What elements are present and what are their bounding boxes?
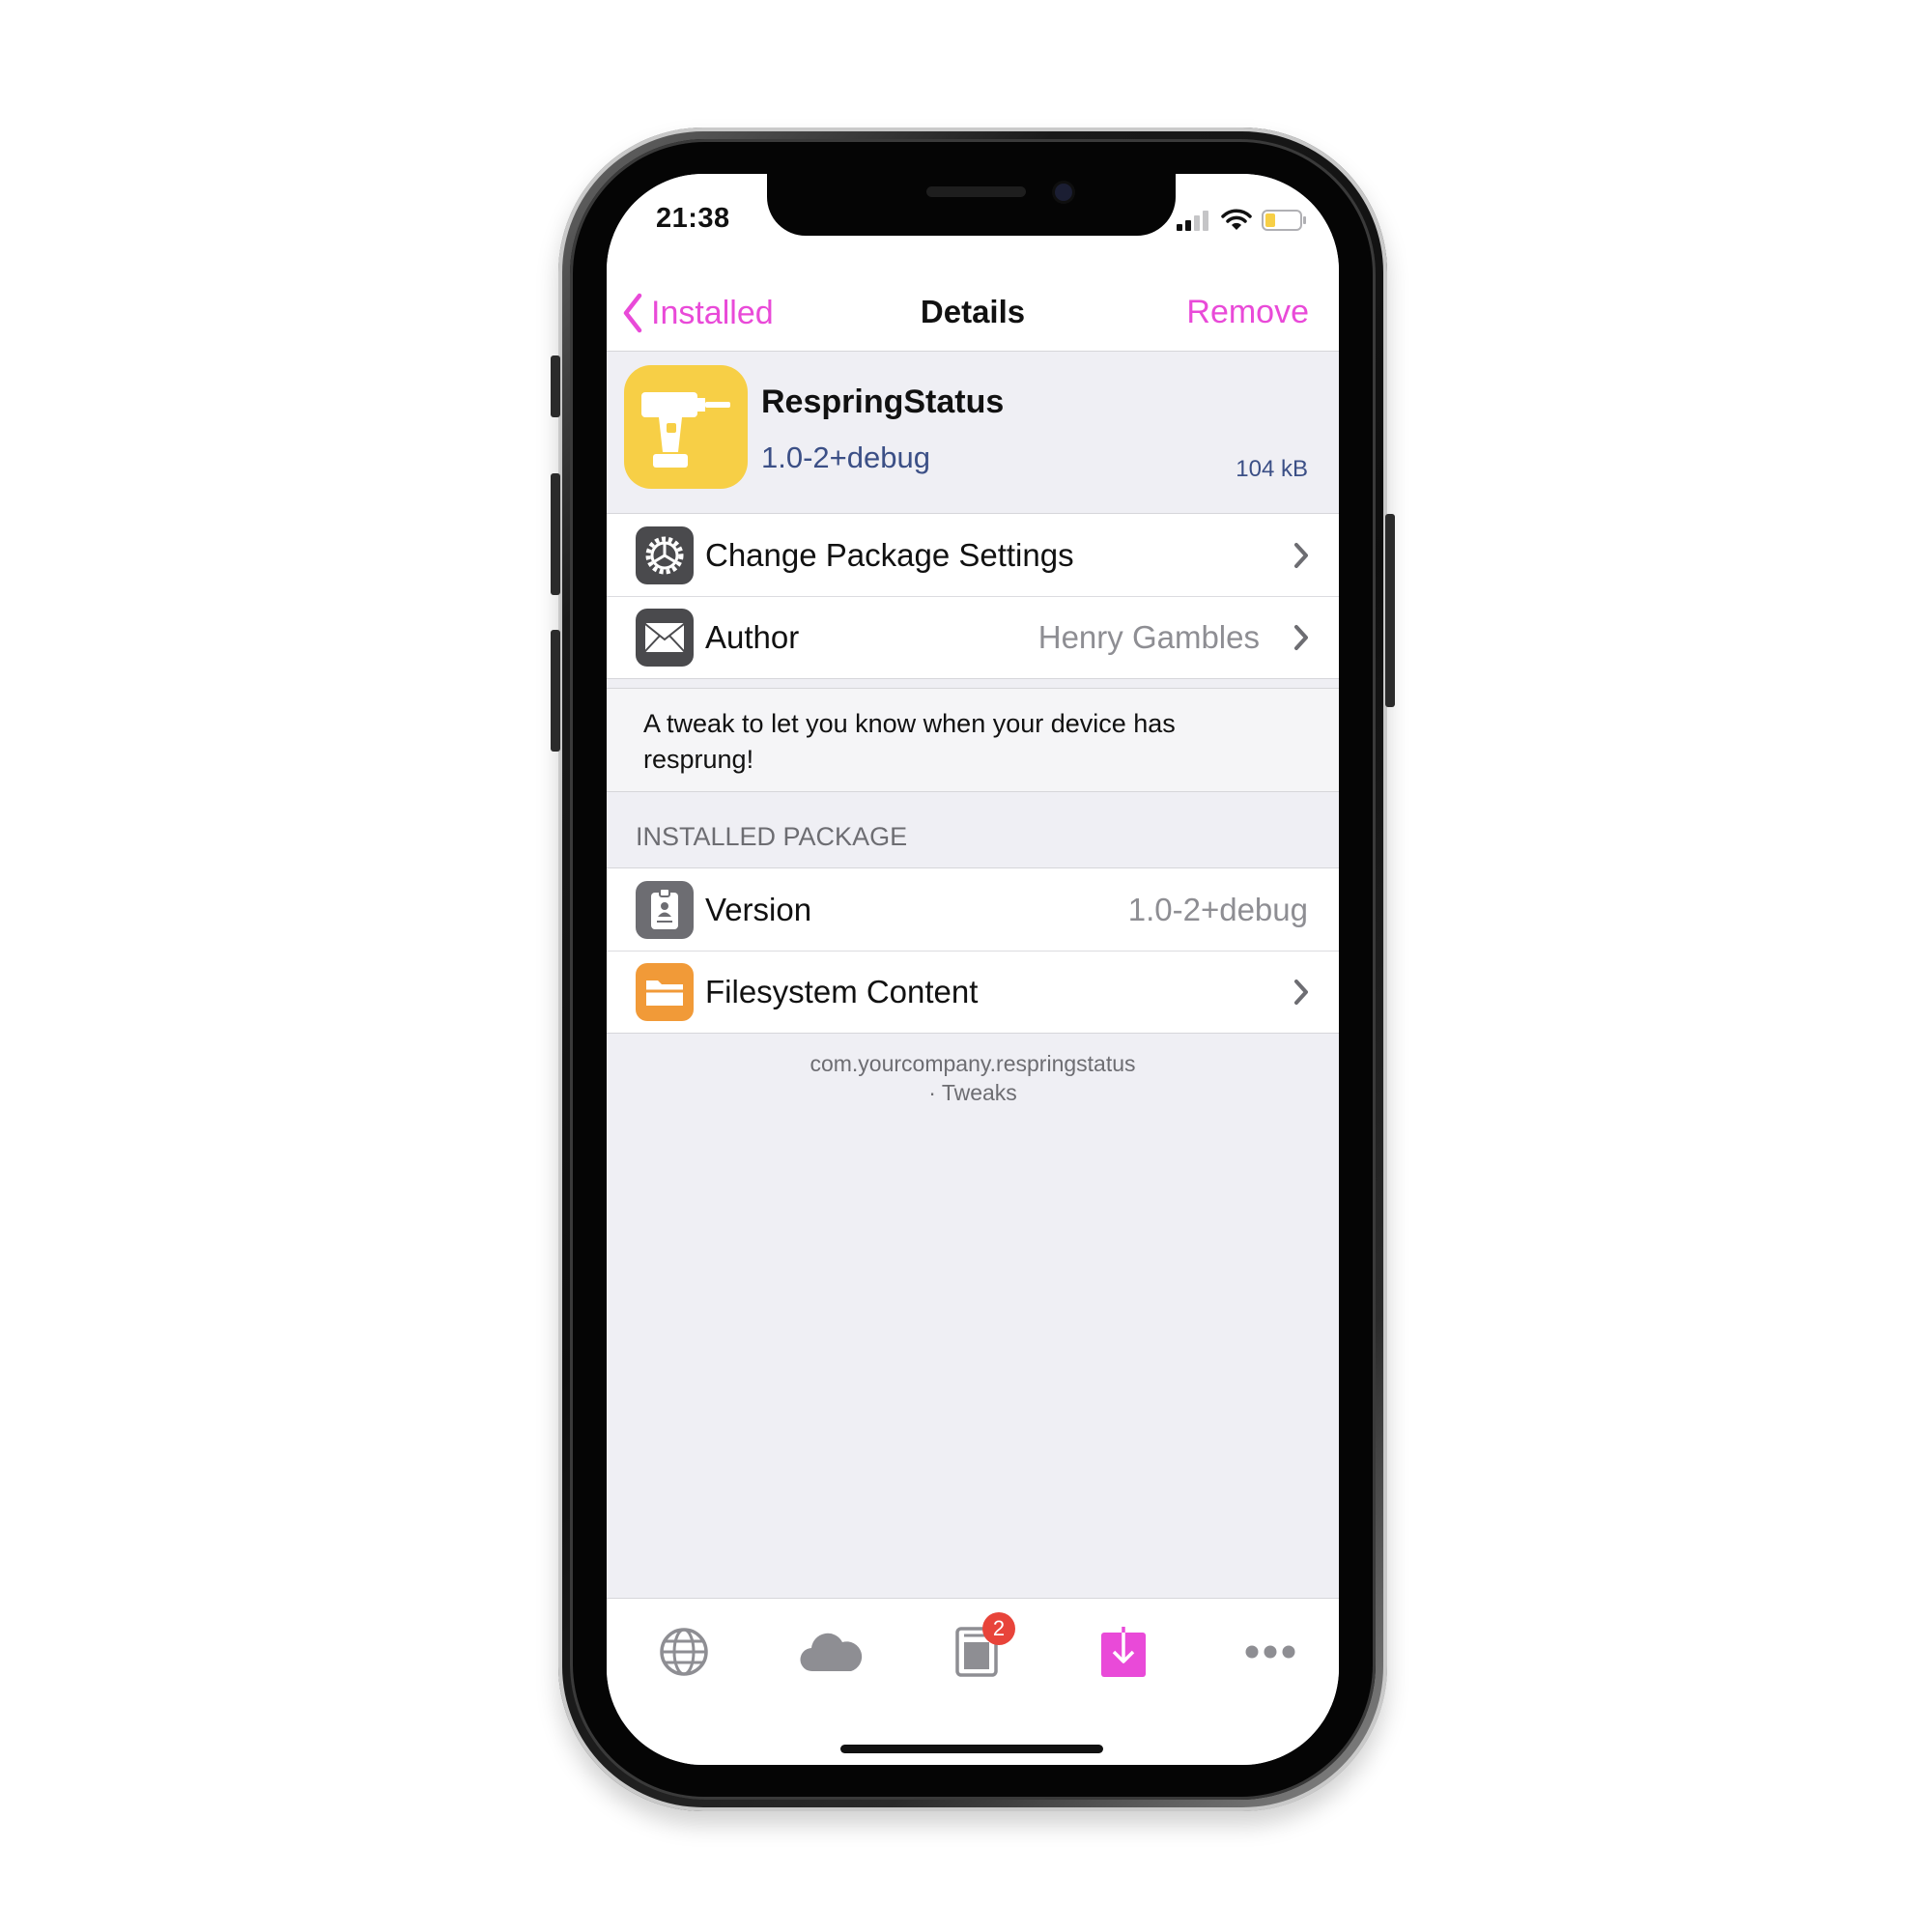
gear-icon bbox=[636, 526, 694, 584]
changes-badge: 2 bbox=[982, 1612, 1015, 1645]
notch bbox=[767, 174, 1176, 236]
package-section-text: · Tweaks bbox=[928, 1080, 1017, 1105]
badge-icon bbox=[636, 881, 694, 939]
globe-icon bbox=[660, 1628, 708, 1676]
mail-icon bbox=[636, 609, 694, 667]
package-description: A tweak to let you know when your device… bbox=[607, 688, 1339, 792]
package-size: 104 kB bbox=[1236, 456, 1308, 482]
package-version: 1.0-2+debug bbox=[761, 440, 930, 474]
remove-button[interactable]: Remove bbox=[1186, 294, 1309, 331]
package-name: RespringStatus bbox=[761, 384, 1005, 420]
tab-changes[interactable]: 2 bbox=[944, 1612, 1015, 1686]
tab-more[interactable] bbox=[1236, 1618, 1304, 1686]
screen: 21:38 Installed Details Remove RespringS… bbox=[607, 174, 1339, 1765]
author-row[interactable]: Author Henry Gambles bbox=[607, 596, 1339, 678]
package-header: RespringStatus 1.0-2+debug 104 kB bbox=[607, 352, 1339, 513]
version-value: 1.0-2+debug bbox=[1127, 891, 1308, 927]
drill-icon bbox=[624, 365, 748, 489]
actions-group: Change Package Settings Author Henry Gam… bbox=[607, 513, 1339, 679]
status-icons bbox=[1177, 209, 1308, 232]
filesystem-content-label: Filesystem Content bbox=[705, 973, 979, 1009]
speaker-grille bbox=[926, 186, 1026, 197]
version-label: Version bbox=[705, 891, 812, 927]
folder-icon bbox=[636, 963, 694, 1021]
power-button bbox=[1385, 514, 1395, 707]
battery-icon bbox=[1262, 210, 1306, 231]
chevron-right-icon bbox=[1294, 625, 1308, 650]
chevron-right-icon bbox=[1294, 543, 1308, 568]
installed-package-header: INSTALLED PACKAGE bbox=[636, 822, 908, 851]
change-package-settings-row[interactable]: Change Package Settings bbox=[607, 514, 1339, 596]
version-row: Version 1.0-2+debug bbox=[607, 868, 1339, 951]
front-camera bbox=[1055, 184, 1072, 201]
status-time: 21:38 bbox=[656, 203, 730, 234]
back-button-label: Installed bbox=[651, 294, 774, 331]
package-identifier: com.yourcompany.respringstatus · Tweaks bbox=[607, 1049, 1339, 1107]
description-text: A tweak to let you know when your device… bbox=[643, 709, 1176, 774]
cloud-icon bbox=[800, 1633, 863, 1672]
home-indicator[interactable] bbox=[840, 1745, 1103, 1753]
back-button[interactable]: Installed bbox=[620, 292, 774, 334]
package-id-text: com.yourcompany.respringstatus bbox=[810, 1051, 1136, 1076]
cellular-signal-icon bbox=[1177, 211, 1208, 231]
wifi-icon bbox=[1221, 209, 1252, 230]
tab-home[interactable] bbox=[650, 1618, 718, 1686]
tab-installed[interactable] bbox=[1090, 1618, 1157, 1686]
more-icon bbox=[1245, 1645, 1295, 1659]
author-label: Author bbox=[705, 618, 800, 655]
tab-sources[interactable] bbox=[797, 1618, 865, 1686]
installed-icon bbox=[1101, 1627, 1146, 1677]
installed-package-group: Version 1.0-2+debug Filesystem Content bbox=[607, 867, 1339, 1034]
chevron-left-icon bbox=[623, 293, 642, 333]
tab-bar: 2 bbox=[607, 1598, 1339, 1765]
filesystem-content-row[interactable]: Filesystem Content bbox=[607, 951, 1339, 1033]
volume-down-button bbox=[551, 630, 560, 752]
chevron-right-icon bbox=[1294, 980, 1308, 1005]
author-value: Henry Gambles bbox=[1037, 618, 1260, 655]
change-package-settings-label: Change Package Settings bbox=[705, 536, 1074, 573]
navigation-bar: Installed Details Remove bbox=[607, 267, 1339, 352]
volume-up-button bbox=[551, 473, 560, 595]
mute-switch bbox=[551, 355, 560, 417]
